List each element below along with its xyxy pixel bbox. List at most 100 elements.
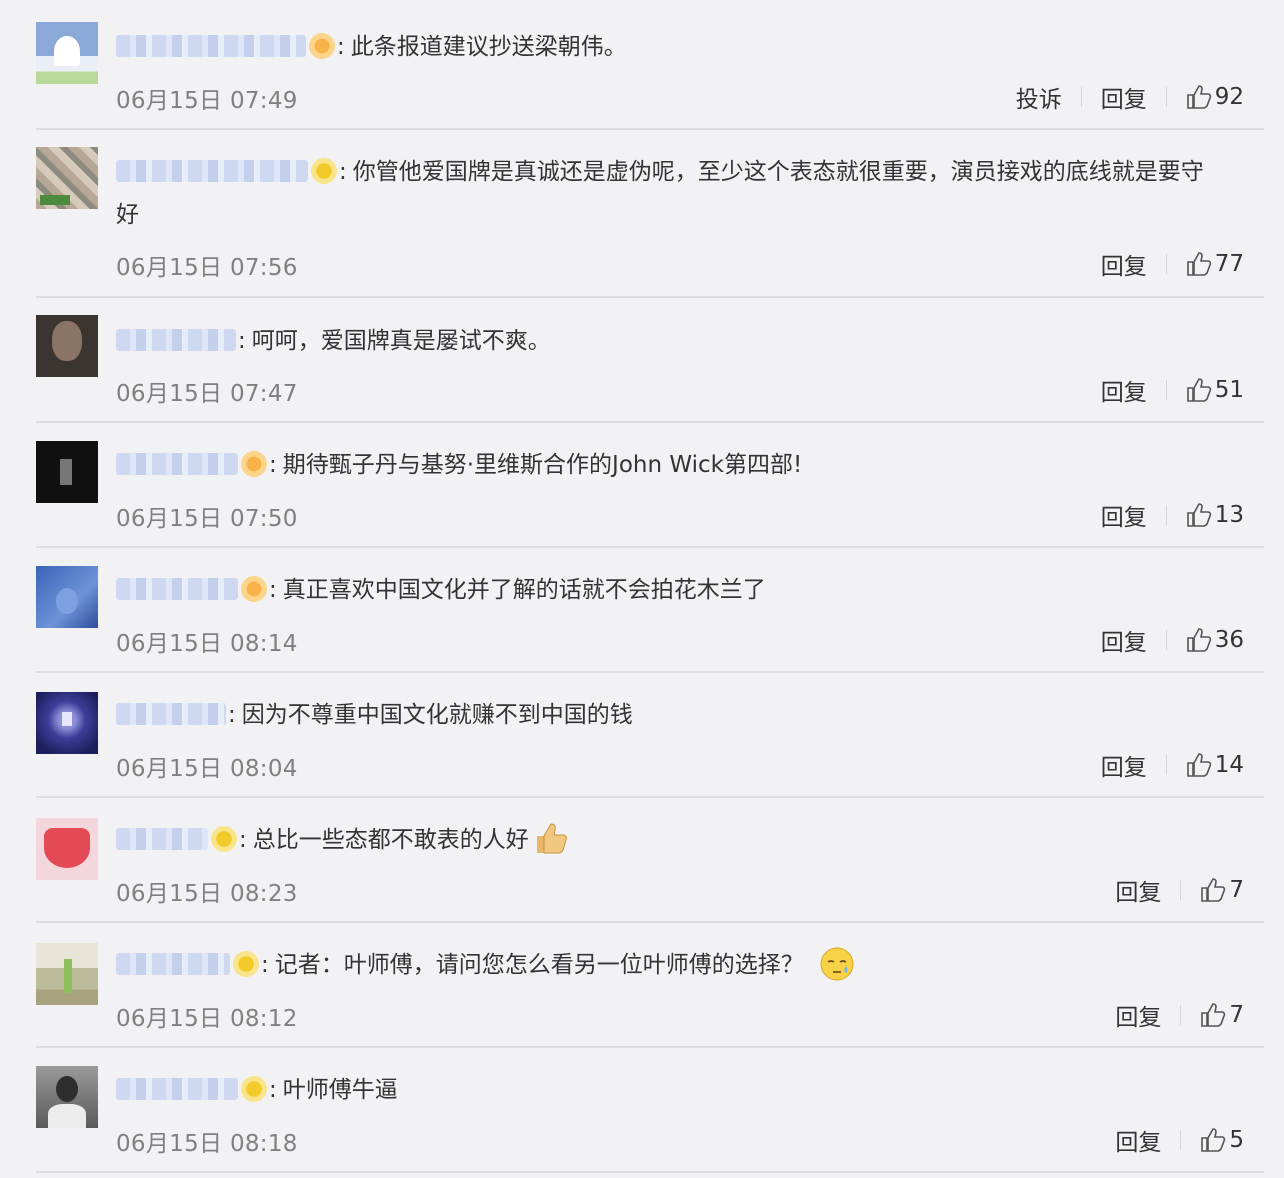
comment-item: : 总比一些态都不敢表的人好 06月15日 08:23 回复 7	[36, 798, 1264, 923]
divider	[1080, 87, 1082, 107]
like-count: 14	[1214, 752, 1244, 778]
colon: :	[269, 452, 277, 478]
avatar[interactable]	[36, 22, 98, 84]
reply-button[interactable]: 回复	[1101, 80, 1147, 114]
avatar[interactable]	[36, 147, 98, 209]
comment-item: : 期待甄子丹与基努·里维斯合作的John Wick第四部! 06月15日 07:…	[36, 423, 1264, 548]
thumbs-up-icon	[1186, 753, 1211, 777]
avatar[interactable]	[36, 1066, 98, 1128]
like-count: 51	[1214, 377, 1244, 403]
comment-item: : 呵呵，爱国牌真是屡试不爽。 06月15日 07:47 回复 51	[36, 298, 1264, 423]
username[interactable]	[116, 160, 308, 182]
comment-line: : 此条报道建议抄送梁朝伟。	[116, 26, 1264, 69]
comment-text: 记者：叶师傅，请问您怎么看另一位叶师傅的选择？	[274, 952, 804, 978]
comment-text: 叶师傅牛逼	[282, 1077, 398, 1103]
username[interactable]	[116, 453, 238, 475]
comment-line: : 你管他爱国牌是真诚还是虚伪呢，至少这个表态就很重要，演员接戏的底线就是要守 好	[116, 151, 1264, 237]
comment-item: : 此条报道建议抄送梁朝伟。 06月15日 07:49 投诉 回复 92	[36, 18, 1264, 130]
comment-text-continued: 好	[116, 202, 139, 228]
colon: :	[238, 328, 246, 354]
reply-button[interactable]: 回复	[1115, 1123, 1161, 1157]
colon: :	[269, 1077, 277, 1103]
like-button[interactable]: 77	[1186, 251, 1244, 277]
reply-button[interactable]: 回复	[1101, 247, 1147, 281]
like-button[interactable]: 7	[1200, 1002, 1244, 1028]
divider	[1180, 1130, 1182, 1150]
thumbs-up-icon	[1201, 1003, 1226, 1027]
avatar[interactable]	[36, 566, 98, 628]
comment-actions: 回复 7	[1115, 873, 1244, 907]
divider	[1165, 755, 1167, 775]
username[interactable]	[116, 1078, 238, 1100]
like-button[interactable]: 13	[1186, 502, 1244, 528]
colon: :	[261, 952, 269, 978]
comment-line: : 记者：叶师傅，请问您怎么看另一位叶师傅的选择？	[116, 944, 1264, 987]
sweat-face-emoji-icon	[820, 947, 854, 980]
reply-button[interactable]: 回复	[1101, 623, 1147, 657]
avatar[interactable]	[36, 943, 98, 1005]
like-button[interactable]: 7	[1200, 877, 1244, 903]
username[interactable]	[116, 35, 306, 57]
vip-badge-icon	[241, 575, 267, 602]
like-count: 7	[1229, 1002, 1244, 1028]
comment-actions: 回复 14	[1101, 748, 1244, 782]
comment-text: 此条报道建议抄送梁朝伟。	[350, 34, 627, 60]
avatar[interactable]	[36, 692, 98, 754]
divider	[1165, 505, 1167, 525]
like-button[interactable]: 14	[1186, 752, 1244, 778]
divider	[1180, 1005, 1182, 1025]
comment-line: : 真正喜欢中国文化并了解的话就不会拍花木兰了	[116, 569, 1264, 612]
reply-button[interactable]: 回复	[1101, 748, 1147, 782]
comment-actions: 回复 36	[1101, 623, 1244, 657]
comment-line: : 因为不尊重中国文化就赚不到中国的钱	[116, 694, 1264, 737]
timestamp: 06月15日 07:49	[116, 88, 298, 114]
comment-text: 总比一些态都不敢表的人好	[252, 827, 529, 853]
comment-item: : 因为不尊重中国文化就赚不到中国的钱 06月15日 08:04 回复 14	[36, 673, 1264, 798]
divider	[1165, 254, 1167, 274]
comment-item: : 叶师傅牛逼 06月15日 08:18 回复 5	[36, 1048, 1264, 1173]
timestamp: 06月15日 07:47	[116, 381, 298, 407]
reply-button[interactable]: 回复	[1115, 873, 1161, 907]
timestamp: 06月15日 08:23	[116, 881, 298, 907]
vip-badge-icon	[311, 157, 337, 184]
comment-actions: 回复 7	[1115, 998, 1244, 1032]
username[interactable]	[116, 703, 226, 725]
timestamp: 06月15日 08:04	[116, 756, 298, 782]
comment-actions: 投诉 回复 92	[1016, 80, 1244, 114]
username[interactable]	[116, 578, 238, 600]
reply-button[interactable]: 回复	[1115, 998, 1161, 1032]
comment-item: : 你管他爱国牌是真诚还是虚伪呢，至少这个表态就很重要，演员接戏的底线就是要守 好…	[36, 130, 1264, 298]
report-button[interactable]: 投诉	[1016, 80, 1062, 114]
timestamp: 06月15日 08:18	[116, 1131, 298, 1157]
reply-button[interactable]: 回复	[1101, 373, 1147, 407]
username[interactable]	[116, 953, 230, 975]
thumbs-up-icon	[1186, 628, 1211, 652]
thumbs-up-icon	[1186, 378, 1211, 402]
timestamp: 06月15日 08:12	[116, 1006, 298, 1032]
colon: :	[337, 34, 345, 60]
avatar[interactable]	[36, 315, 98, 377]
vip-badge-icon	[211, 825, 237, 852]
like-button[interactable]: 36	[1186, 627, 1244, 653]
like-button[interactable]: 51	[1186, 377, 1244, 403]
username[interactable]	[116, 329, 236, 351]
avatar[interactable]	[36, 441, 98, 503]
vip-badge-icon	[233, 950, 259, 977]
like-button[interactable]: 92	[1186, 84, 1244, 110]
comment-actions: 回复 51	[1101, 373, 1244, 407]
vip-badge-icon	[309, 32, 335, 59]
comment-actions: 回复 77	[1101, 247, 1244, 281]
thumbs-up-emoji-icon	[536, 822, 567, 853]
username[interactable]	[116, 828, 208, 850]
comment-line: : 叶师傅牛逼	[116, 1069, 1264, 1112]
colon: :	[339, 159, 347, 185]
thumbs-up-icon	[1186, 503, 1211, 527]
divider	[1165, 87, 1167, 107]
thumbs-up-icon	[1186, 85, 1211, 109]
divider	[1180, 880, 1182, 900]
colon: :	[269, 577, 277, 603]
reply-button[interactable]: 回复	[1101, 498, 1147, 532]
like-button[interactable]: 5	[1200, 1127, 1244, 1153]
avatar[interactable]	[36, 818, 98, 880]
comment-text: 你管他爱国牌是真诚还是虚伪呢，至少这个表态就很重要，演员接戏的底线就是要守	[352, 159, 1204, 185]
